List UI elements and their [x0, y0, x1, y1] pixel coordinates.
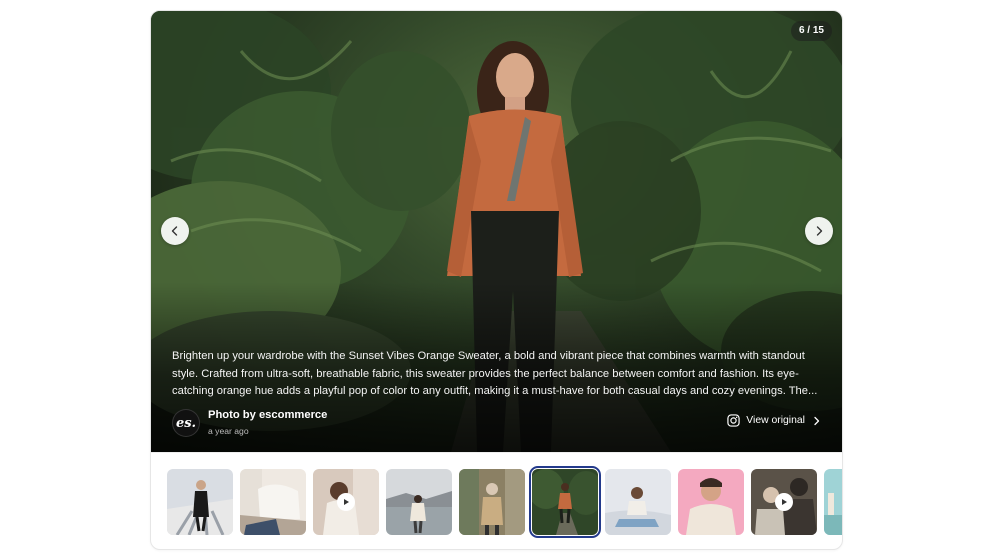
thumbnail-9[interactable]	[751, 469, 817, 535]
previous-image-button[interactable]	[161, 217, 189, 245]
post-timestamp: a year ago	[208, 426, 249, 436]
view-original-link[interactable]: View original	[727, 414, 821, 427]
thumbnail-10[interactable]	[824, 469, 842, 535]
thumbnail-6-selected[interactable]	[529, 466, 601, 538]
image-counter: 6 / 15	[790, 21, 832, 41]
thumbnail-8[interactable]	[678, 469, 744, 535]
author-avatar[interactable]: es.	[172, 409, 200, 437]
view-original-label: View original	[746, 415, 805, 426]
thumbnail-strip[interactable]	[151, 452, 842, 549]
chevron-right-icon	[816, 226, 823, 236]
thumbnail-2[interactable]	[240, 469, 306, 535]
author-name[interactable]: Photo by escommerce	[208, 408, 327, 422]
play-icon	[344, 499, 349, 505]
video-play-indicator	[775, 493, 793, 511]
thumbnail-1[interactable]	[167, 469, 233, 535]
image-caption: Brighten up your wardrobe with the Sunse…	[172, 350, 818, 397]
thumbnail-5[interactable]	[459, 469, 525, 535]
thumbnail-4[interactable]	[386, 469, 452, 535]
play-icon	[782, 499, 787, 505]
video-play-indicator	[337, 493, 355, 511]
thumbnail-7[interactable]	[605, 469, 671, 535]
main-image[interactable]: 6 / 15 Brighten up your wardrobe with th…	[151, 11, 842, 452]
photo-credit: es. Photo by escommerce a year ago	[172, 408, 327, 438]
chevron-left-icon	[171, 226, 178, 236]
next-image-button[interactable]	[805, 217, 833, 245]
thumbnail-3[interactable]	[313, 469, 379, 535]
chevron-right-icon	[814, 416, 820, 425]
media-gallery-card: 6 / 15 Brighten up your wardrobe with th…	[150, 10, 843, 550]
instagram-icon	[727, 414, 740, 427]
